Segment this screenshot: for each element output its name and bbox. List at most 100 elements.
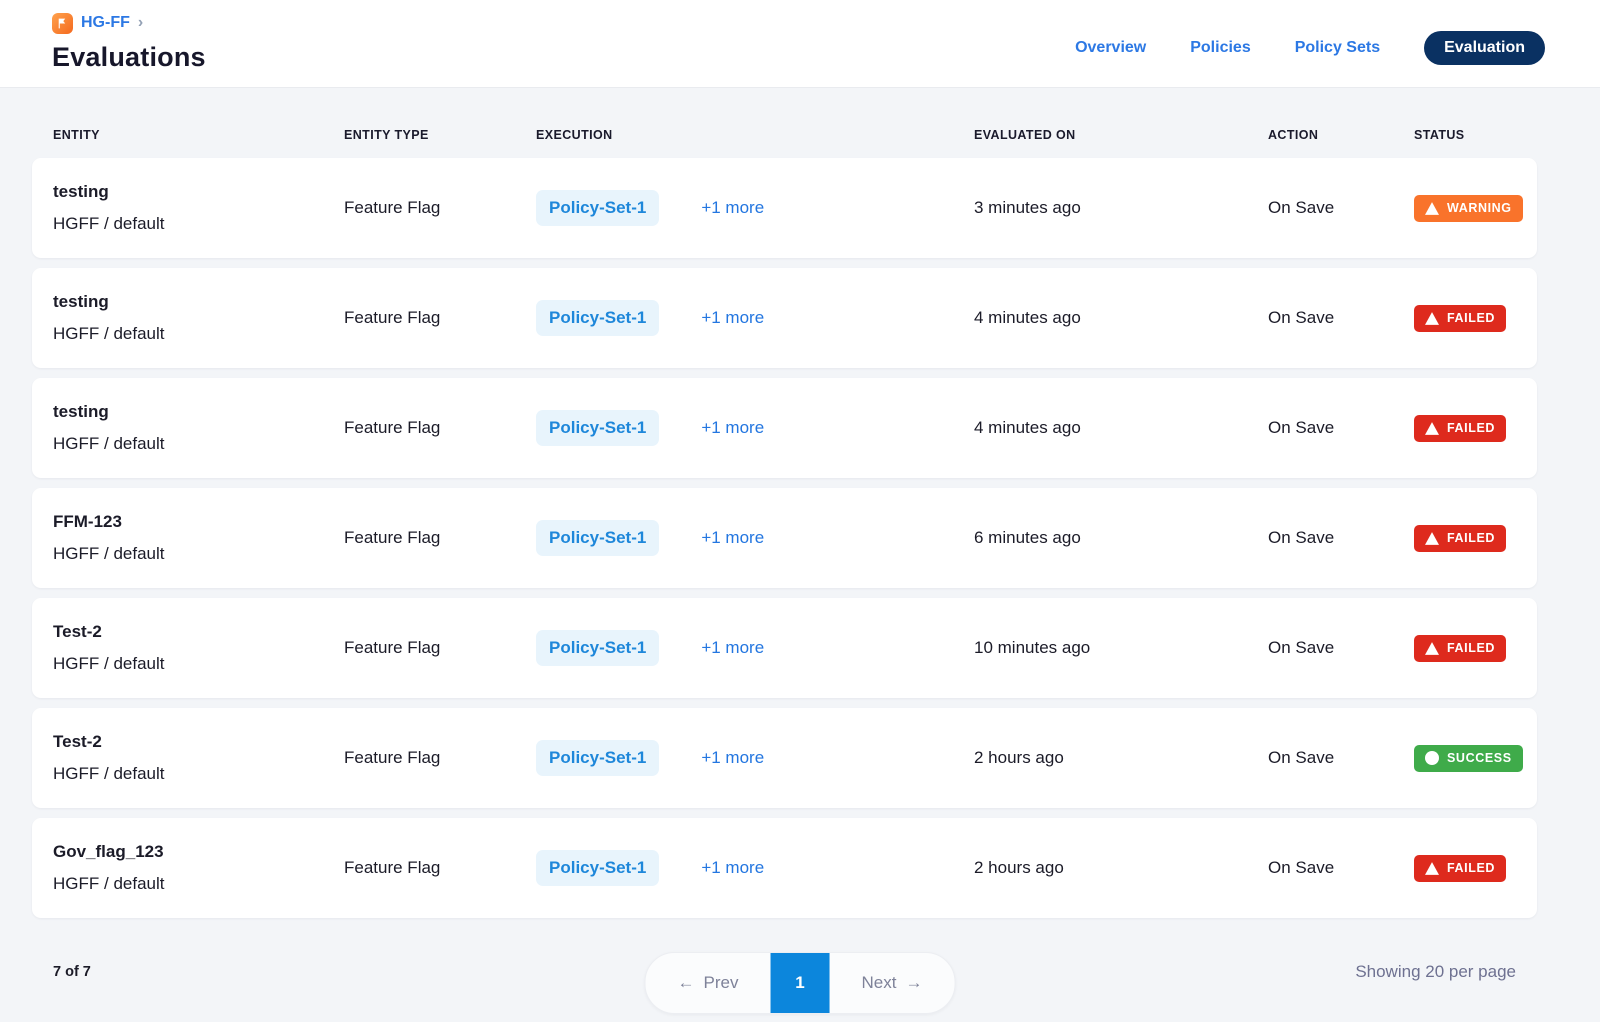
top-header: HG-FF › Evaluations Overview Policies Po… — [0, 0, 1600, 88]
action: On Save — [1268, 638, 1414, 658]
action: On Save — [1268, 198, 1414, 218]
entity-scope: HGFF / default — [53, 324, 344, 344]
table-row[interactable]: testing HGFF / default Feature Flag Poli… — [32, 268, 1537, 368]
tab-policy-sets[interactable]: Policy Sets — [1295, 39, 1380, 57]
more-policy-sets-link[interactable]: +1 more — [701, 528, 764, 548]
next-page-button[interactable]: Next → — [830, 953, 955, 1013]
prev-label: Prev — [704, 973, 739, 993]
action: On Save — [1268, 308, 1414, 328]
table-row[interactable]: FFM-123 HGFF / default Feature Flag Poli… — [32, 488, 1537, 588]
action: On Save — [1268, 858, 1414, 878]
entity-type: Feature Flag — [344, 528, 536, 548]
page-title: Evaluations — [52, 42, 206, 73]
entity-name: testing — [53, 292, 344, 312]
entity-scope: HGFF / default — [53, 654, 344, 674]
column-header-entity-type: Entity Type — [344, 128, 536, 142]
entity-type: Feature Flag — [344, 418, 536, 438]
prev-page-button[interactable]: ← Prev — [646, 953, 771, 1013]
arrow-right-icon: → — [905, 973, 922, 993]
more-policy-sets-link[interactable]: +1 more — [701, 308, 764, 328]
entity-scope: HGFF / default — [53, 544, 344, 564]
evaluations-table: testing HGFF / default Feature Flag Poli… — [32, 158, 1537, 918]
evaluated-on: 6 minutes ago — [974, 528, 1268, 548]
table-footer: 7 of 7 ← Prev 1 Next → Showing 20 per pa… — [0, 950, 1600, 982]
evaluated-on: 3 minutes ago — [974, 198, 1268, 218]
status-badge: FAILED — [1414, 305, 1506, 332]
table-row[interactable]: testing HGFF / default Feature Flag Poli… — [32, 158, 1537, 258]
policy-set-chip[interactable]: Policy-Set-1 — [536, 300, 659, 336]
status-badge: WARNING — [1414, 195, 1523, 222]
status-badge: FAILED — [1414, 635, 1506, 662]
table-row[interactable]: Gov_flag_123 HGFF / default Feature Flag… — [32, 818, 1537, 918]
entity-name: Test-2 — [53, 732, 344, 752]
evaluated-on: 10 minutes ago — [974, 638, 1268, 658]
column-header-execution: Execution — [536, 128, 974, 142]
status-label: FAILED — [1447, 311, 1495, 325]
entity-name: testing — [53, 402, 344, 422]
breadcrumb-project-link[interactable]: HG-FF — [81, 14, 130, 32]
action: On Save — [1268, 528, 1414, 548]
policy-set-chip[interactable]: Policy-Set-1 — [536, 520, 659, 556]
table-row[interactable]: testing HGFF / default Feature Flag Poli… — [32, 378, 1537, 478]
entity-name: FFM-123 — [53, 512, 344, 532]
status-label: FAILED — [1447, 421, 1495, 435]
more-policy-sets-link[interactable]: +1 more — [701, 748, 764, 768]
status-label: FAILED — [1447, 531, 1495, 545]
entity-name: Test-2 — [53, 622, 344, 642]
column-header-status: Status — [1414, 128, 1537, 142]
more-policy-sets-link[interactable]: +1 more — [701, 638, 764, 658]
evaluated-on: 4 minutes ago — [974, 418, 1268, 438]
warning-triangle-icon — [1425, 532, 1439, 545]
warning-triangle-icon — [1425, 642, 1439, 655]
column-header-evaluated-on: Evaluated On — [974, 128, 1268, 142]
per-page-label: Showing 20 per page — [1355, 950, 1516, 982]
status-badge: FAILED — [1414, 415, 1506, 442]
entity-type: Feature Flag — [344, 198, 536, 218]
more-policy-sets-link[interactable]: +1 more — [701, 198, 764, 218]
table-header-row: Entity Entity Type Execution Evaluated O… — [32, 102, 1537, 158]
top-nav: Overview Policies Policy Sets Evaluation — [1075, 10, 1545, 68]
evaluated-on: 2 hours ago — [974, 748, 1268, 768]
action: On Save — [1268, 748, 1414, 768]
tab-policies[interactable]: Policies — [1190, 39, 1250, 57]
status-label: FAILED — [1447, 861, 1495, 875]
table-row[interactable]: Test-2 HGFF / default Feature Flag Polic… — [32, 598, 1537, 698]
warning-triangle-icon — [1425, 422, 1439, 435]
more-policy-sets-link[interactable]: +1 more — [701, 858, 764, 878]
status-badge: SUCCESS — [1414, 745, 1523, 772]
column-header-entity: Entity — [53, 128, 344, 142]
success-check-icon — [1425, 751, 1439, 765]
status-label: WARNING — [1447, 201, 1512, 215]
status-label: FAILED — [1447, 641, 1495, 655]
tab-evaluation-active[interactable]: Evaluation — [1424, 31, 1545, 65]
warning-triangle-icon — [1425, 862, 1439, 875]
policy-set-chip[interactable]: Policy-Set-1 — [536, 190, 659, 226]
status-badge: FAILED — [1414, 855, 1506, 882]
entity-type: Feature Flag — [344, 748, 536, 768]
table-row[interactable]: Test-2 HGFF / default Feature Flag Polic… — [32, 708, 1537, 808]
pagination: ← Prev 1 Next → — [645, 952, 956, 1014]
entity-scope: HGFF / default — [53, 874, 344, 894]
entity-type: Feature Flag — [344, 308, 536, 328]
entity-scope: HGFF / default — [53, 214, 344, 234]
policy-set-chip[interactable]: Policy-Set-1 — [536, 850, 659, 886]
action: On Save — [1268, 418, 1414, 438]
policy-set-chip[interactable]: Policy-Set-1 — [536, 740, 659, 776]
policy-set-chip[interactable]: Policy-Set-1 — [536, 630, 659, 666]
warning-triangle-icon — [1425, 202, 1439, 215]
status-badge: FAILED — [1414, 525, 1506, 552]
policy-set-chip[interactable]: Policy-Set-1 — [536, 410, 659, 446]
tab-overview[interactable]: Overview — [1075, 39, 1146, 57]
page-number-button[interactable]: 1 — [771, 953, 830, 1013]
next-label: Next — [862, 973, 897, 993]
evaluated-on: 4 minutes ago — [974, 308, 1268, 328]
chevron-right-icon: › — [138, 14, 143, 32]
entity-type: Feature Flag — [344, 638, 536, 658]
warning-triangle-icon — [1425, 312, 1439, 325]
column-header-action: Action — [1268, 128, 1414, 142]
arrow-left-icon: ← — [678, 973, 695, 993]
entity-name: Gov_flag_123 — [53, 842, 344, 862]
entity-scope: HGFF / default — [53, 764, 344, 784]
more-policy-sets-link[interactable]: +1 more — [701, 418, 764, 438]
breadcrumb: HG-FF › — [52, 10, 206, 36]
